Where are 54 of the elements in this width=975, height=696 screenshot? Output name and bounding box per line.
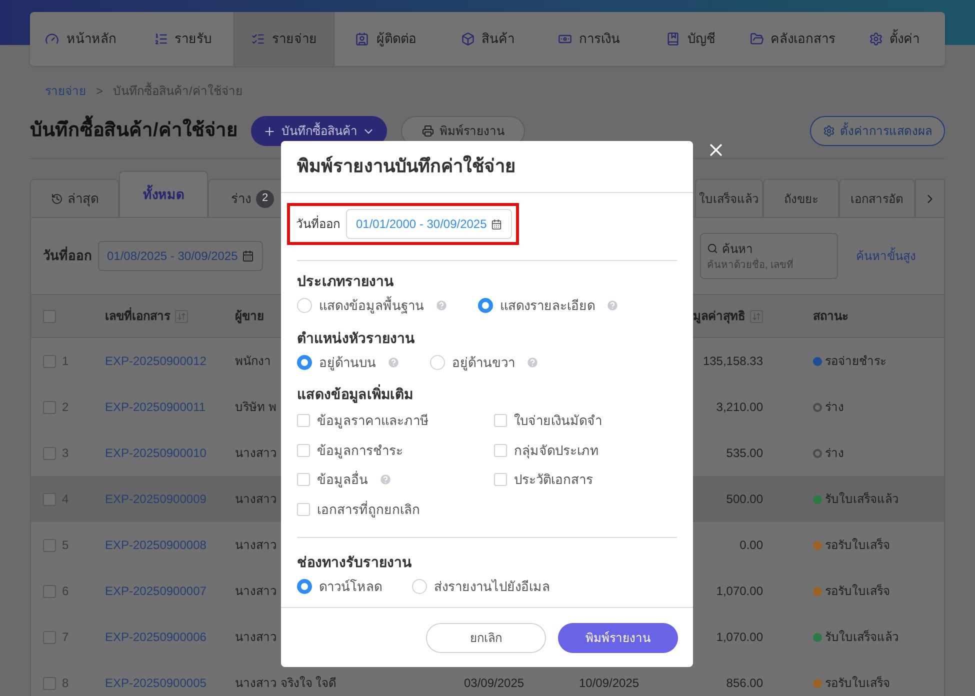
checkbox-label: ใบจ่ายเงินมัดจำ [514,412,602,430]
table-cell: นางสาว [235,492,277,506]
table-cell: 535.00 [726,446,763,460]
section-title: แสดงข้อมูลเพิ่มเติม [297,384,414,405]
checkbox-label: ประวัติเอกสาร [514,471,593,489]
status-label: รับใบเสร็จแล้ว [825,490,899,508]
count-badge: 2 [256,190,274,208]
radio-label: อยู่ด้านขวา [452,354,515,372]
table-cell: นางสาว จริงใจ ใจดี [235,676,337,690]
radio-label: ส่งรายงานไปยังอีเมล [434,578,550,596]
breadcrumb-separator: > [96,83,104,100]
table-cell: 1,070.00 [716,630,763,644]
table-cell: 1,070.00 [716,584,763,598]
filter-label: วันที่ออก [43,246,92,266]
checkbox-label: เอกสารที่ถูกยกเลิก [317,500,420,519]
table-cell: 135,158.33 [702,354,763,368]
field-label: วันที่ออก [296,215,340,233]
table-cell: นางสาว [235,538,277,552]
table-cell: นางสาว [235,446,277,460]
column-header: เลขที่เอกสาร [105,307,170,325]
checkbox-label: ข้อมูลอื่น [317,470,368,490]
status-label: รอจ่ายชำระ [825,353,886,370]
section-title: ตำแหน่งหัวรายงาน [297,328,416,348]
status-label: รับใบเสร็จแล้ว [825,628,899,646]
table-cell: 0.00 [740,538,763,552]
radio-label: อยู่ด้านบน [319,354,376,372]
column-header: สถานะ [813,308,848,325]
table-cell: 03/09/2025 [464,676,524,690]
table-cell: 856.00 [726,676,763,690]
status-label: รอรับใบเสร็จ [825,582,890,600]
status-label: รอรับใบเสร็จ [825,536,890,554]
radio-label: แสดงรายละเอียด [500,297,595,315]
radio-label: ดาวน์โหลด [319,578,382,596]
search-label: ค้นหา [722,240,753,258]
column-header: มูลค่าสุทธิ [693,308,745,325]
checkbox-label: ข้อมูลราคาและภาษี [317,412,429,430]
status-label: ร่าง [825,399,844,416]
table-cell: 3,210.00 [716,400,763,414]
table-cell: นางสาว [235,630,277,644]
checkbox-label: ข้อมูลการชำระ [317,442,403,460]
column-header: ผู้ขาย [235,308,264,325]
table-cell: บริษัท พ [235,400,276,414]
section-title: ช่องทางรับรายงาน [297,553,413,572]
page-title: บันทึกซื้อสินค้า/ค่าใช้จ่าย [30,116,238,146]
status-label: รอรับใบเสร็จ [825,674,890,692]
section-title: ประเภทรายงาน [297,272,395,291]
table-cell: 500.00 [726,492,763,506]
table-cell: นางสาว [235,584,277,598]
checkbox-label: กลุ่มจัดประเภท [514,442,599,460]
dialog-title: พิมพ์รายงานบันทึกค่าใช้จ่าย [297,154,516,178]
status-label: ร่าง [825,445,844,462]
radio-label: แสดงข้อมูลพื้นฐาน [319,296,424,316]
table-cell: พนักงา [235,354,271,368]
table-cell: 10/09/2025 [579,676,640,690]
